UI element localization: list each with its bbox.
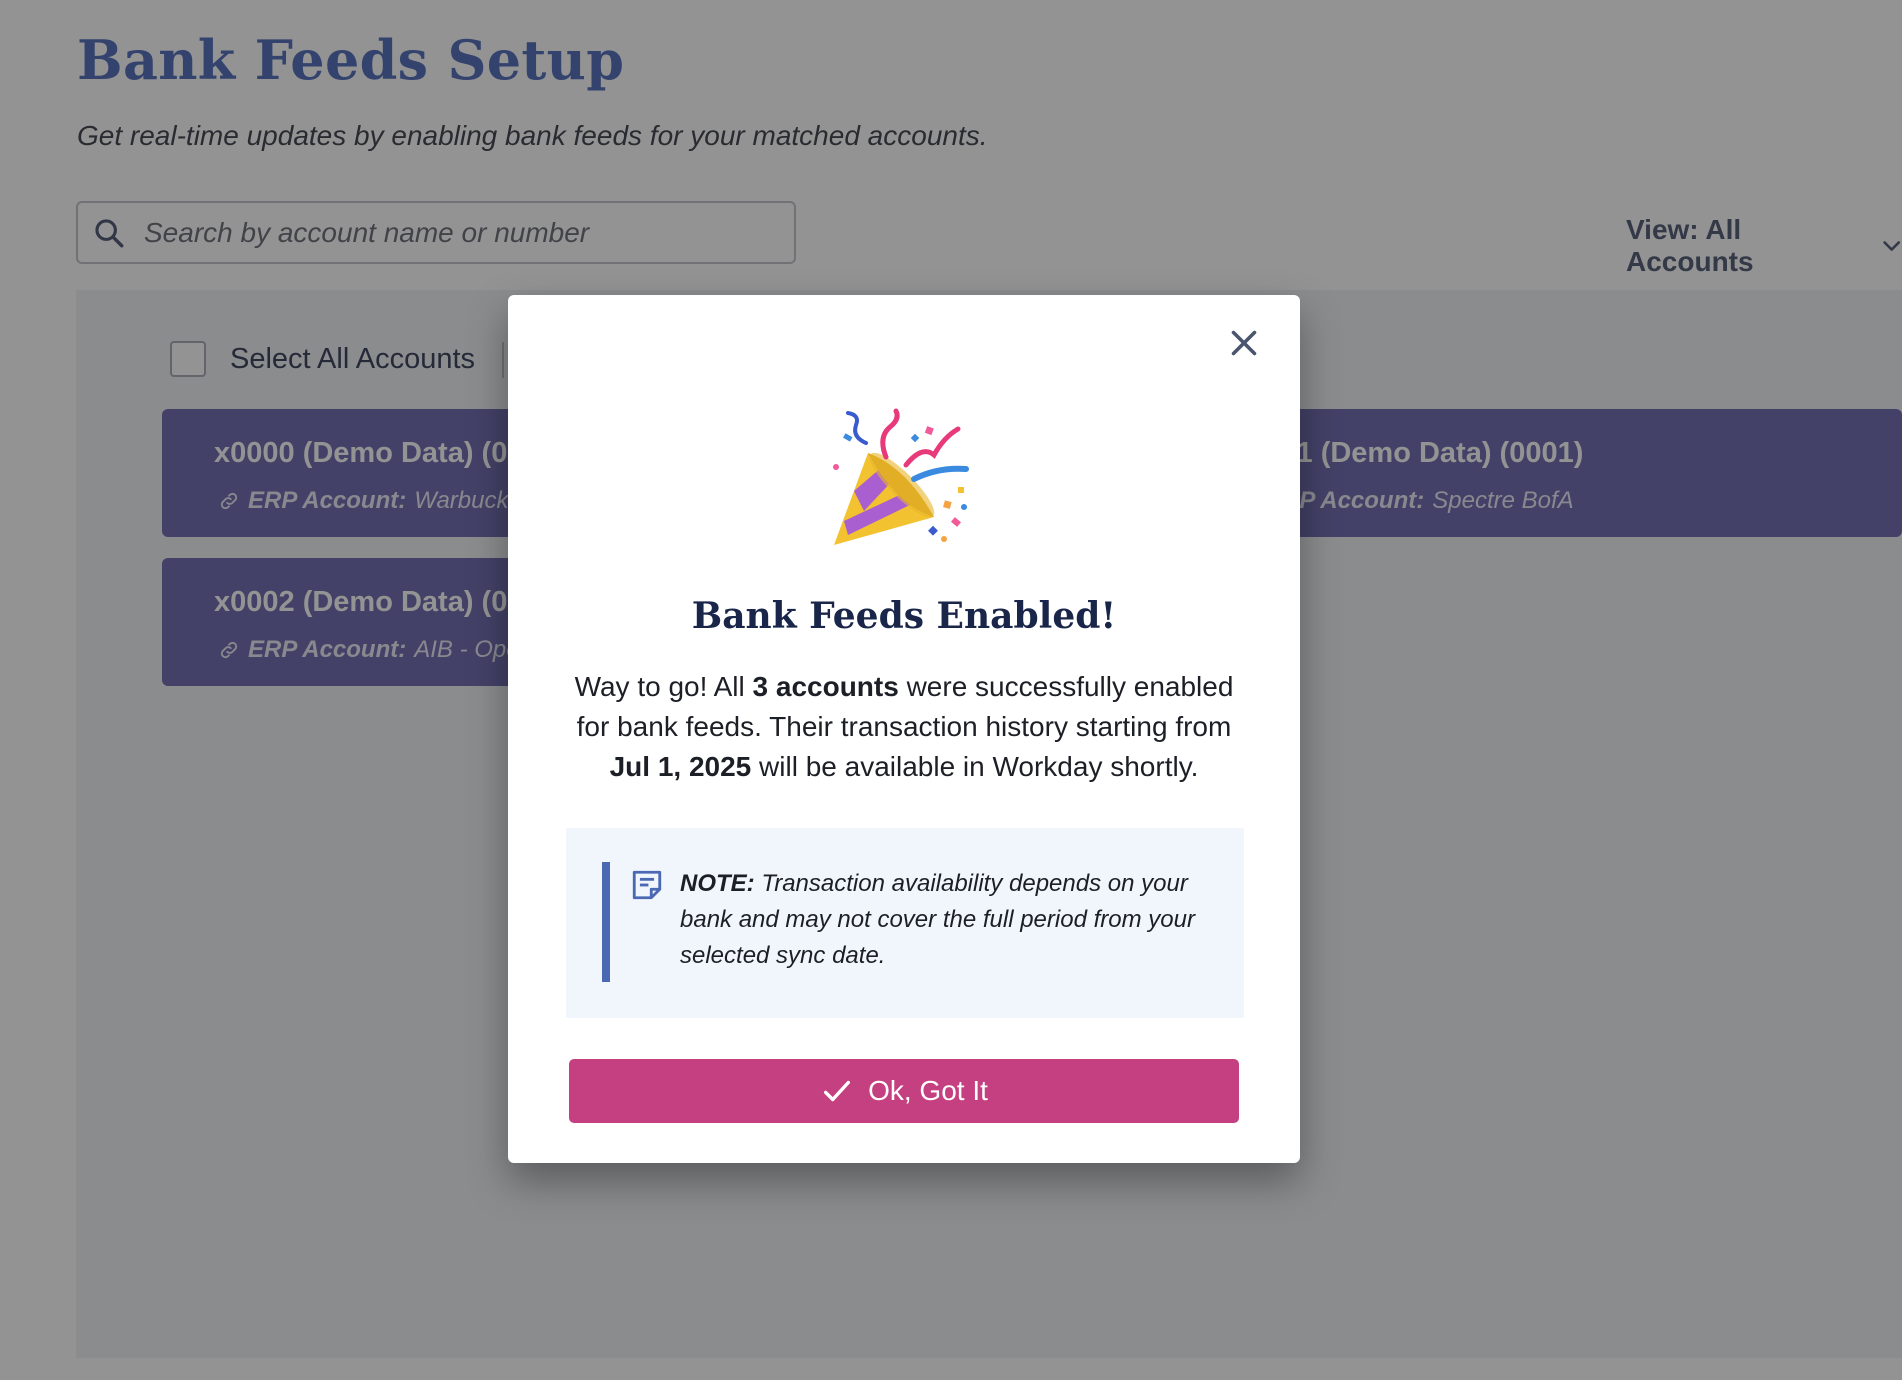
note-text: NOTE: Transaction availability depends o…: [680, 866, 1210, 974]
modal-message: Way to go! All 3 accounts were successfu…: [568, 667, 1240, 787]
note-label: NOTE:: [680, 870, 755, 897]
modal-title: Bank Feeds Enabled!: [691, 595, 1117, 637]
sync-start-date: Jul 1, 2025: [609, 751, 752, 782]
close-icon[interactable]: [1226, 325, 1262, 361]
ok-button-label: Ok, Got It: [868, 1075, 988, 1106]
note-body: Transaction availability depends on your…: [680, 870, 1195, 969]
note-accent-bar: [602, 862, 610, 982]
success-modal: Bank Feeds Enabled! Way to go! All 3 acc…: [508, 295, 1300, 1163]
note-icon: [632, 870, 662, 900]
ok-got-it-button[interactable]: Ok, Got It: [569, 1059, 1239, 1123]
note-callout: NOTE: Transaction availability depends o…: [566, 828, 1244, 1018]
party-popper-icon: [833, 408, 969, 545]
message-text-1: Way to go! All: [574, 671, 753, 702]
check-icon: [824, 1080, 851, 1102]
accounts-count: 3 accounts: [752, 671, 899, 702]
message-text-3: will be available in Workday shortly.: [751, 751, 1199, 782]
